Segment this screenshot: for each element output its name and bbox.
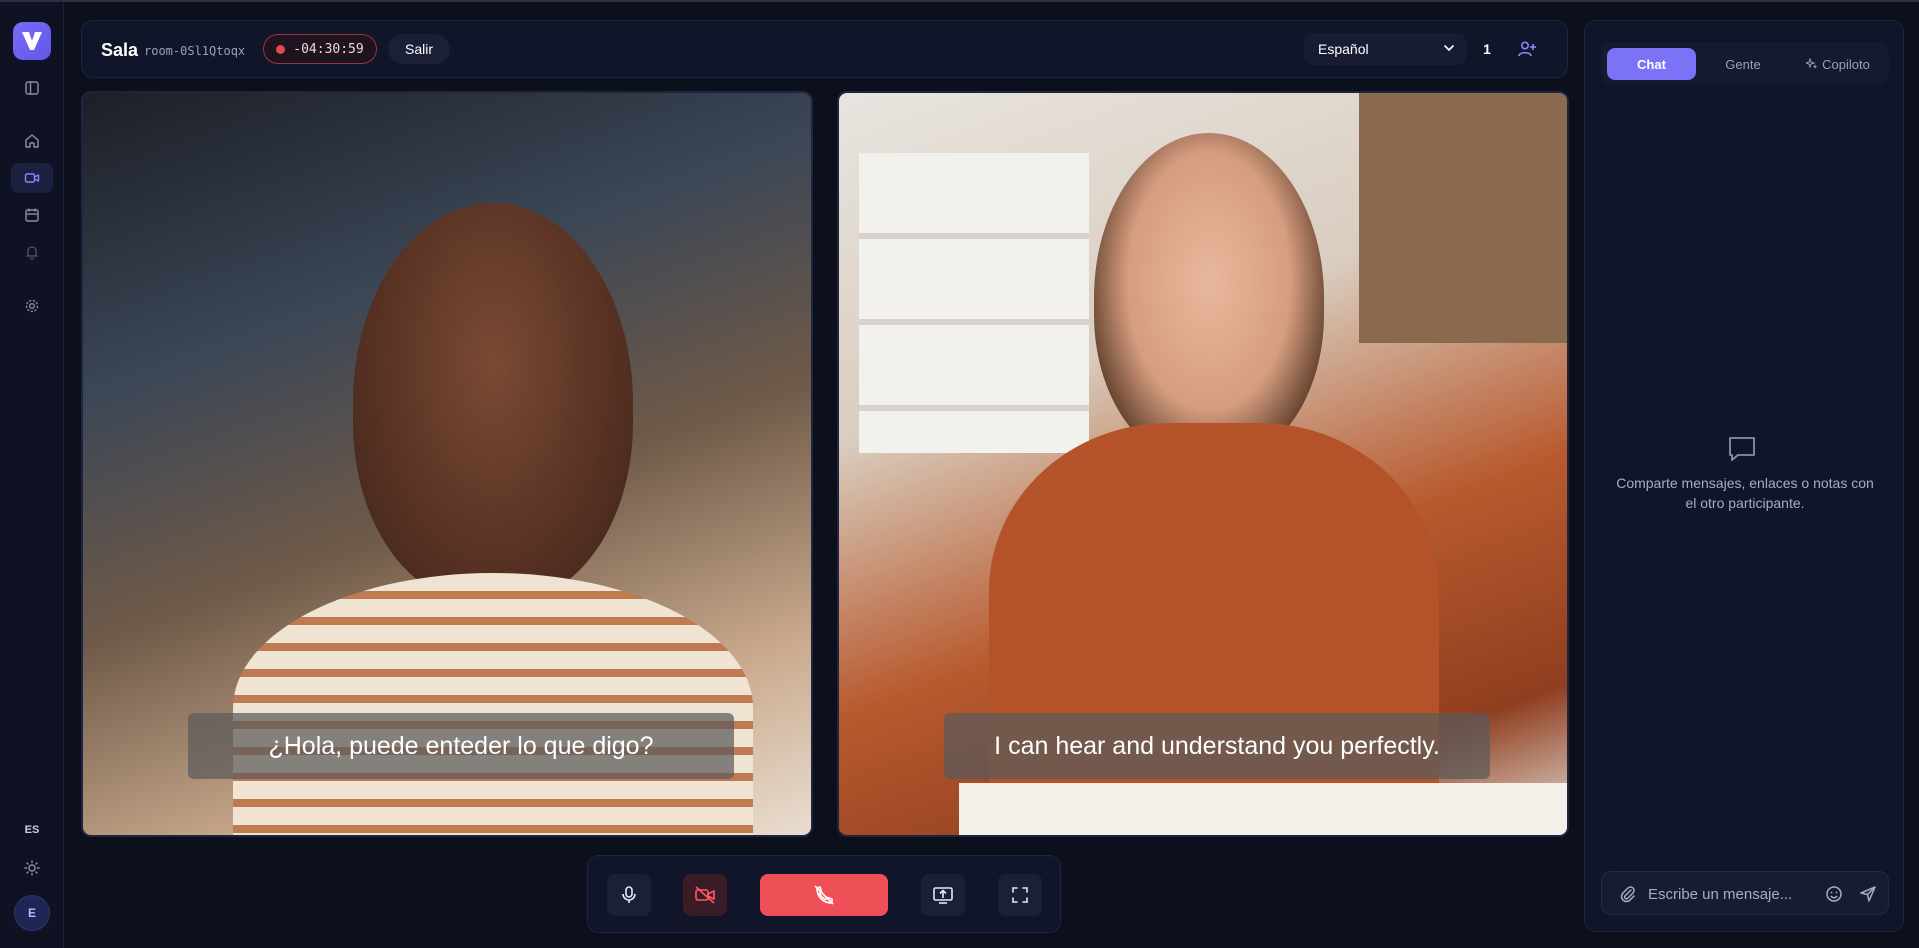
emoji-button[interactable]	[1824, 884, 1844, 904]
participant-video-right	[1094, 133, 1324, 463]
tab-copilot[interactable]: Copiloto	[1791, 48, 1885, 80]
app-logo[interactable]	[13, 22, 51, 60]
language-indicator[interactable]: ES	[0, 824, 64, 836]
sun-icon	[24, 860, 40, 876]
panel-tabs: Chat Gente Copiloto	[1601, 42, 1889, 84]
user-plus-icon	[1518, 41, 1536, 57]
sidebar-toggle-icon	[25, 81, 39, 95]
user-avatar[interactable]: E	[14, 895, 50, 931]
phone-hangup-icon	[814, 885, 834, 905]
video-icon	[24, 173, 40, 183]
bookshelf	[859, 153, 1089, 453]
microphone-icon	[622, 886, 636, 903]
participant-video-left	[353, 203, 633, 603]
attach-button[interactable]	[1618, 884, 1638, 904]
invite-participant-button[interactable]	[1514, 36, 1540, 62]
theme-toggle-button[interactable]	[11, 853, 53, 883]
calendar-button[interactable]	[11, 200, 53, 230]
chat-message-input[interactable]	[1648, 883, 1808, 905]
tab-chat-label: Chat	[1637, 56, 1666, 72]
side-panel: Chat Gente Copiloto Comparte mensajes, e…	[1584, 20, 1904, 932]
desk-notebook	[959, 783, 1567, 835]
left-rail: ES E	[0, 2, 64, 948]
language-select[interactable]: Español	[1304, 33, 1466, 65]
tab-people-label: Gente	[1725, 56, 1761, 72]
chat-composer	[1601, 871, 1889, 915]
emoji-icon	[1826, 886, 1842, 902]
tab-chat[interactable]: Chat	[1607, 48, 1696, 80]
corkboard	[1359, 93, 1567, 343]
participant-count: 1	[1483, 41, 1491, 57]
camera-off-icon	[695, 886, 715, 904]
sparkle-icon	[1806, 58, 1818, 69]
tab-people[interactable]: Gente	[1699, 48, 1787, 80]
sidebar-toggle-button[interactable]	[11, 73, 53, 103]
home-icon	[25, 134, 39, 148]
caption-left: ¿Hola, puede enteder lo que digo?	[188, 713, 734, 779]
logo-icon	[22, 32, 42, 50]
video-call-button[interactable]	[11, 163, 53, 193]
fullscreen-icon	[1012, 887, 1028, 903]
microphone-button[interactable]	[607, 874, 651, 916]
screen-share-button[interactable]	[921, 874, 965, 916]
settings-button[interactable]	[11, 291, 53, 321]
gear-icon	[25, 299, 39, 313]
chat-empty-message: Comparte mensajes, enlaces o notas con e…	[1616, 475, 1874, 511]
room-id: room-0Sl1Qtoqx	[144, 44, 246, 58]
home-button[interactable]	[11, 126, 53, 156]
recording-timer: -04:30:59	[263, 34, 377, 64]
room-title: Sala	[101, 40, 139, 60]
language-select-value: Español	[1318, 41, 1369, 57]
participant-shirt-left	[233, 573, 753, 835]
local-video-tile: I can hear and understand you perfectly.	[837, 91, 1569, 837]
fullscreen-button[interactable]	[998, 874, 1042, 916]
screen-share-icon	[933, 887, 953, 904]
recording-dot-icon	[276, 44, 286, 54]
calendar-icon	[25, 208, 39, 222]
bell-icon	[26, 246, 38, 260]
timer-value: -04:30:59	[293, 41, 364, 57]
tab-copilot-label: Copiloto	[1822, 56, 1870, 72]
camera-toggle-button[interactable]	[683, 874, 727, 916]
leave-button[interactable]: Salir	[388, 34, 450, 64]
call-controls	[587, 855, 1061, 933]
chevron-down-icon	[1444, 45, 1454, 51]
caption-right: I can hear and understand you perfectly.	[944, 713, 1490, 779]
paperclip-icon	[1620, 886, 1635, 903]
notifications-button[interactable]	[11, 237, 53, 267]
remote-video-tile: ¿Hola, puede enteder lo que digo?	[81, 91, 813, 837]
send-icon	[1860, 886, 1876, 902]
chat-bubble-icon	[1729, 437, 1755, 461]
end-call-button[interactable]	[760, 874, 888, 916]
send-button[interactable]	[1858, 884, 1878, 904]
call-header: Sala room-0Sl1Qtoqx -04:30:59 Salir Espa…	[81, 20, 1568, 78]
